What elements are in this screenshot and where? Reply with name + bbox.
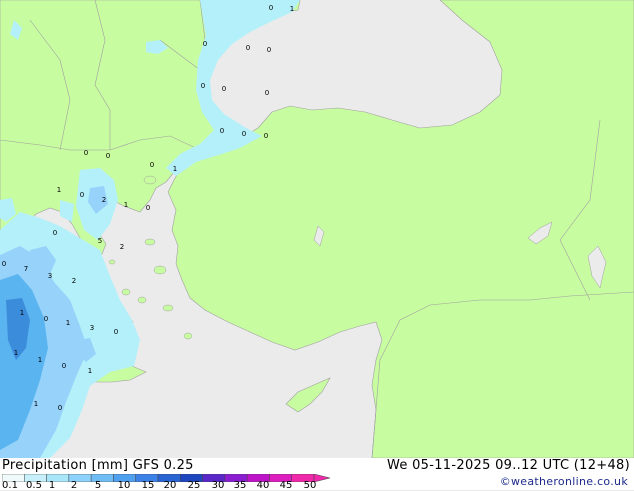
precip-value-label: 1 <box>290 5 294 13</box>
precip-value-label: 1 <box>20 309 24 317</box>
precip-value-label: 0 <box>242 130 246 138</box>
scale-tick-label: 25 <box>187 480 201 491</box>
precip-value-label: 2 <box>102 196 106 204</box>
precip-value-label: 0 <box>150 161 154 169</box>
precip-value-label: 0 <box>267 46 271 54</box>
precip-value-label: 3 <box>90 324 94 332</box>
precip-value-label: 0 <box>62 362 66 370</box>
precip-value-label: 0 <box>114 328 118 336</box>
precip-value-label: 0 <box>222 85 226 93</box>
precip-value-label: 1 <box>34 400 38 408</box>
precip-value-label: 1 <box>66 319 70 327</box>
credit-link[interactable]: ©weatheronline.co.uk <box>500 475 628 488</box>
precip-value-label: 1 <box>124 201 128 209</box>
scale-tick-label: 0.1 <box>2 480 18 491</box>
scale-tick-label: 30 <box>211 480 225 491</box>
precip-value-label: 0 <box>53 229 57 237</box>
precip-value-label: 1 <box>88 367 92 375</box>
precip-value-label: 1 <box>14 349 18 357</box>
scale-tick-label: 50 <box>303 480 317 491</box>
precip-value-label: 0 <box>265 89 269 97</box>
scale-tick-label: 2 <box>70 480 78 491</box>
precip-value-label: 0 <box>44 315 48 323</box>
precip-value-label: 0 <box>80 191 84 199</box>
scale-arrow <box>313 474 331 482</box>
precip-value-label: 0 <box>84 149 88 157</box>
scale-tick-label: 35 <box>233 480 247 491</box>
scale-tick-label: 5 <box>94 480 102 491</box>
scale-tick-label: 20 <box>163 480 177 491</box>
precip-value-label: 7 <box>24 265 28 273</box>
precip-value-label: 0 <box>201 82 205 90</box>
scale-tick-label: 0.5 <box>26 480 42 491</box>
precip-value-label: 3 <box>48 272 52 280</box>
precip-value-label: 0 <box>146 204 150 212</box>
footer-bar: Precipitation [mm] GFS 0.25 We 05-11-202… <box>0 458 634 491</box>
scale-tick-label: 40 <box>256 480 270 491</box>
precip-value-label: 1 <box>57 186 61 194</box>
precip-value-label: 2 <box>120 243 124 251</box>
scale-tick-label: 10 <box>117 480 131 491</box>
precip-value-label: 0 <box>2 260 6 268</box>
scale-tick-label: 45 <box>279 480 293 491</box>
precip-value-label: 0 <box>58 404 62 412</box>
precip-value-label: 5 <box>98 237 102 245</box>
map-title: Precipitation [mm] GFS 0.25 <box>2 458 194 473</box>
precip-value-label: 2 <box>72 277 76 285</box>
precipitation-map: 0 1 0 0 0 0 0 0 0 0 0 0 1 0 0 1 0 2 1 0 0 5 2 0 7 3 2 1 0 1 3 0 1 1 0 1 1 0 <box>0 0 634 458</box>
precip-value-label: 0 <box>264 132 268 140</box>
precip-value-label: 0 <box>246 44 250 52</box>
forecast-time: We 05-11-2025 09..12 UTC (12+48) <box>386 458 630 473</box>
scale-tick-label: 1 <box>48 480 56 491</box>
precip-value-label: 0 <box>203 40 207 48</box>
precip-value-label: 0 <box>220 127 224 135</box>
precip-value-label: 0 <box>269 4 273 12</box>
scale-tick-label: 15 <box>141 480 155 491</box>
precip-value-label: 1 <box>38 356 42 364</box>
precip-value-label: 1 <box>173 165 177 173</box>
precip-value-label: 0 <box>106 152 110 160</box>
